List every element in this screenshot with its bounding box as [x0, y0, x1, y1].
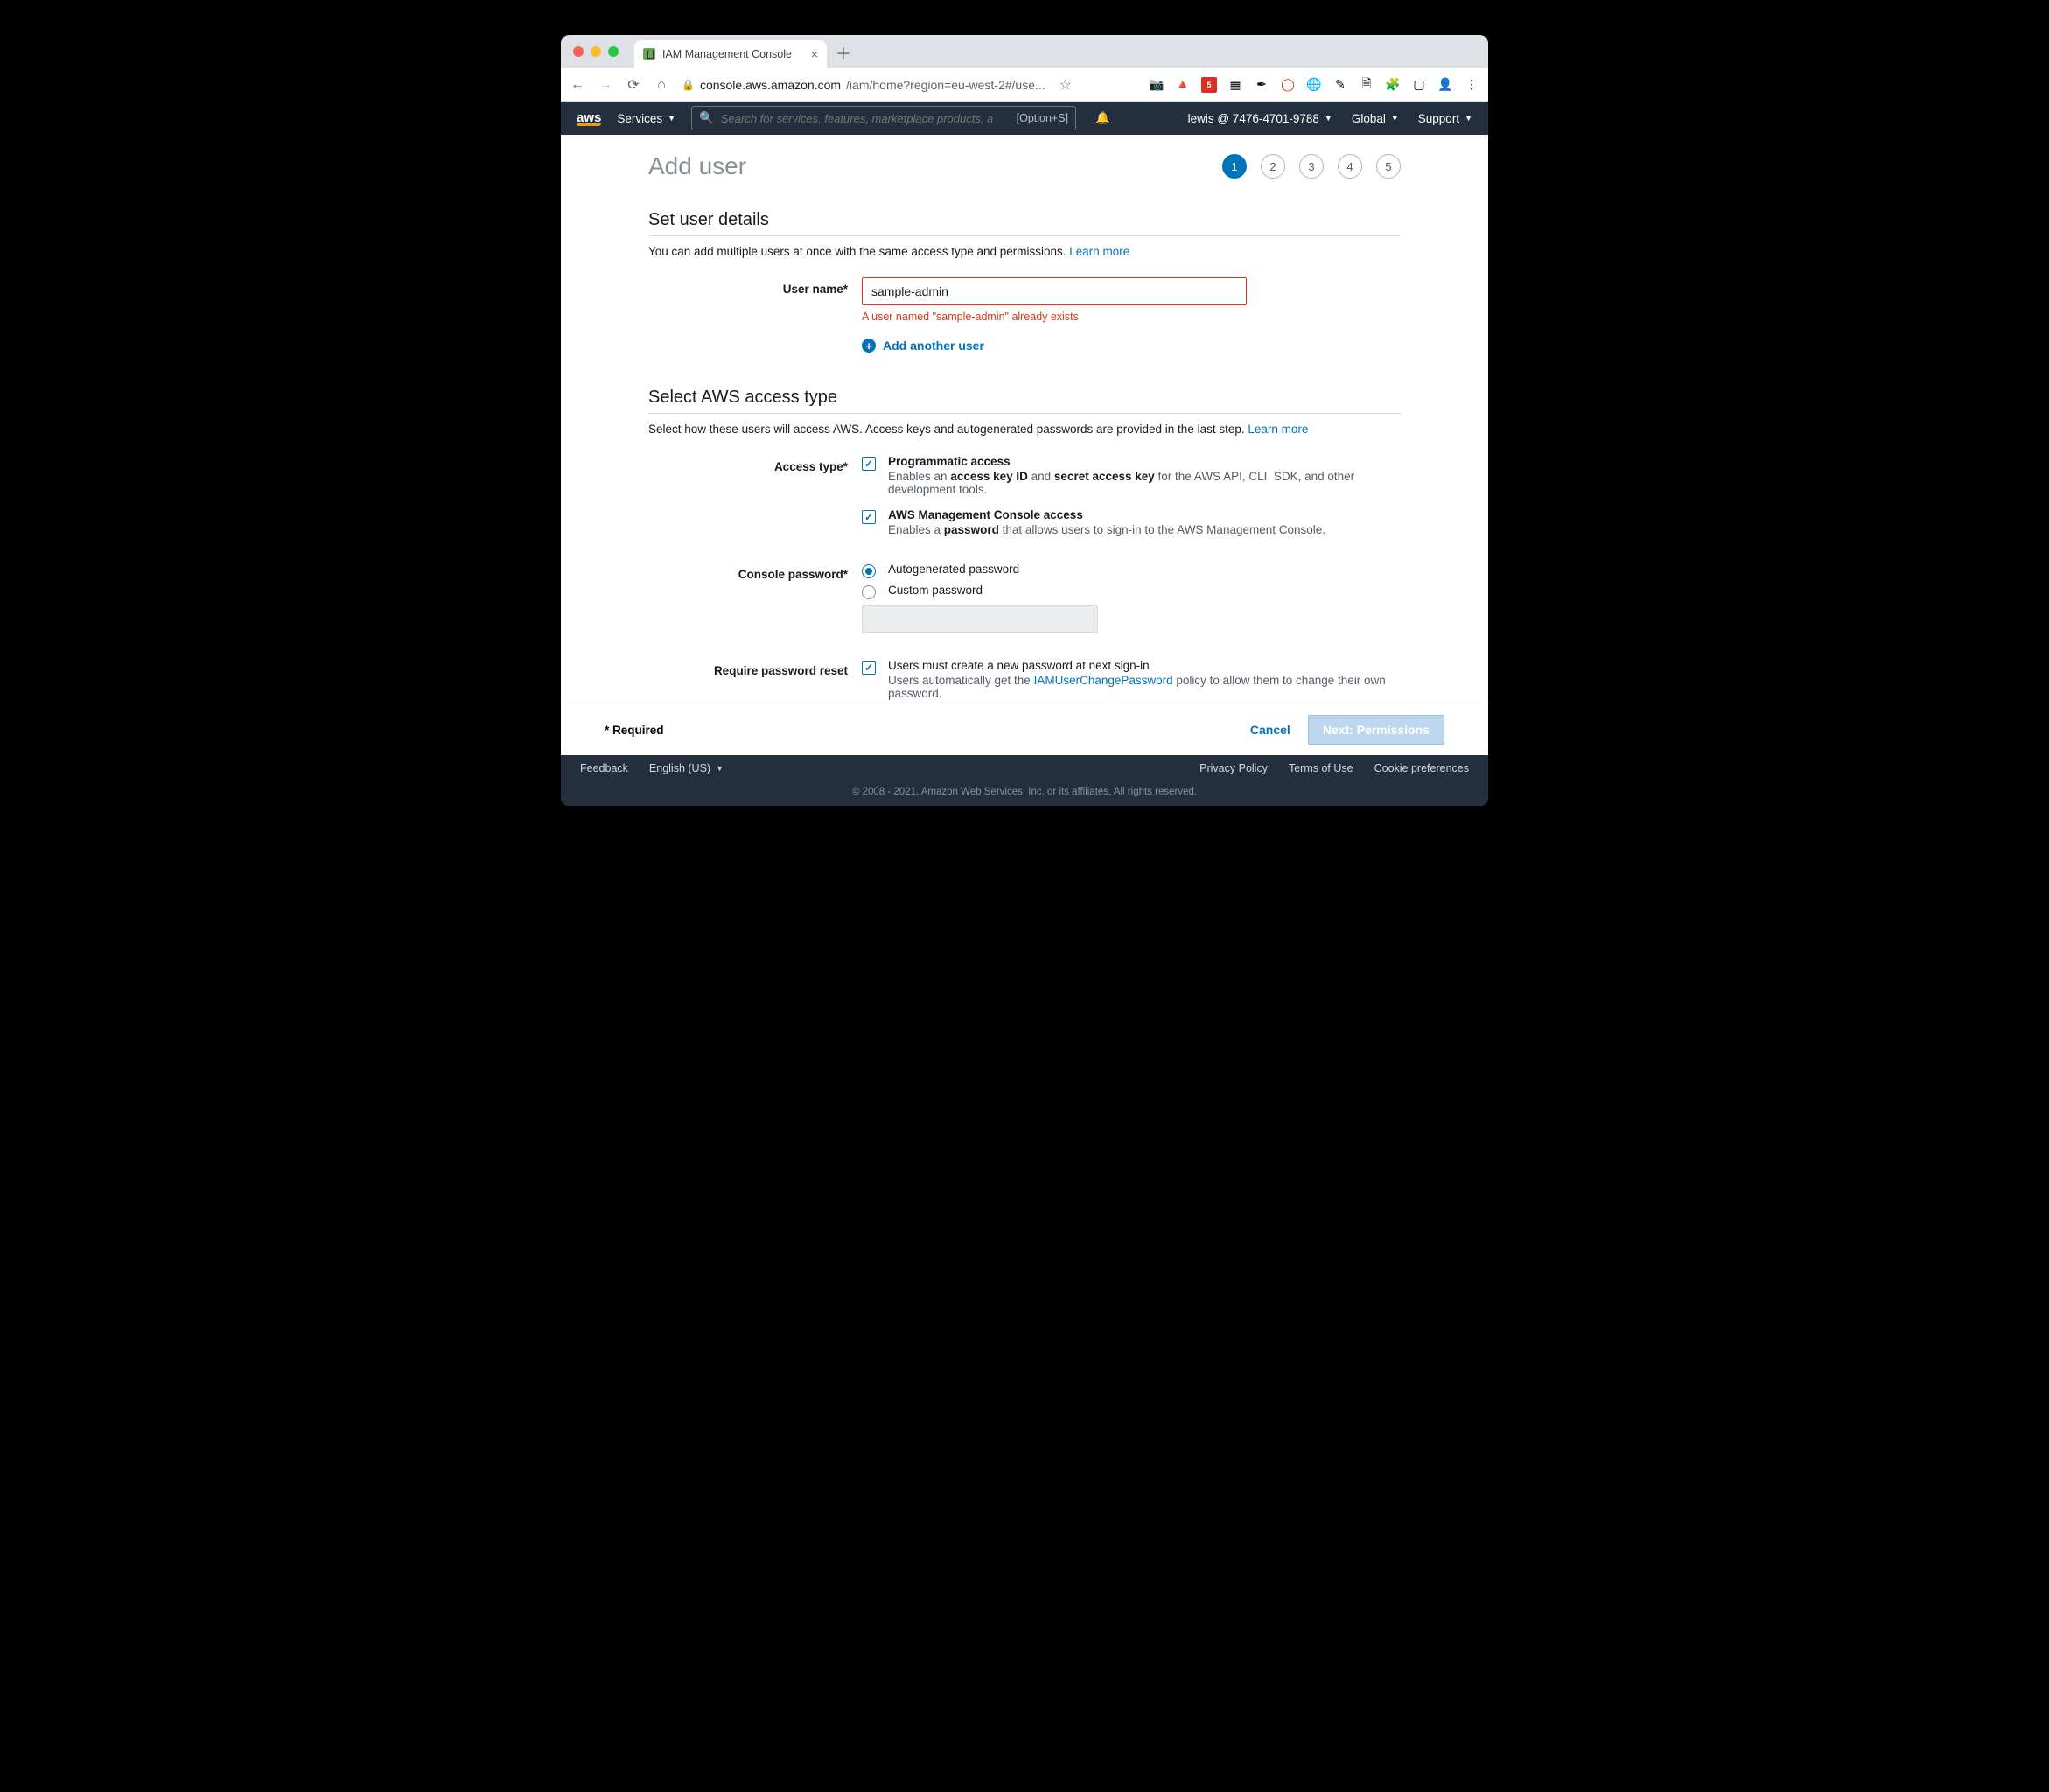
require-password-reset-checkbox[interactable]: ✓ — [862, 661, 876, 675]
forward-icon: → — [598, 77, 613, 93]
aws-logo[interactable]: aws — [577, 110, 601, 126]
browser-tab[interactable]: IAM Management Console × — [634, 40, 827, 68]
browser-window: IAM Management Console × ＋ ← → ⟳ ⌂ 🔒 con… — [561, 35, 1488, 806]
reload-icon[interactable]: ⟳ — [626, 76, 641, 94]
username-label: User name* — [648, 277, 862, 353]
step-1[interactable]: 1 — [1222, 154, 1247, 178]
cast-ext-icon[interactable]: ▢ — [1411, 77, 1427, 93]
privacy-link[interactable]: Privacy Policy — [1199, 762, 1268, 774]
autogenerated-password-radio[interactable] — [862, 564, 876, 578]
learn-more-access-link[interactable]: Learn more — [1248, 423, 1308, 436]
console-access-checkbox[interactable]: ✓ — [862, 510, 876, 524]
programmatic-access-title: Programmatic access — [888, 455, 1401, 468]
section-user-details-heading: Set user details — [648, 210, 1401, 236]
terms-link[interactable]: Terms of Use — [1289, 762, 1353, 774]
plus-icon: + — [862, 339, 876, 353]
next-permissions-button[interactable]: Next: Permissions — [1308, 715, 1444, 745]
programmatic-access-desc: Enables an access key ID and secret acce… — [888, 470, 1401, 496]
services-menu[interactable]: Services▼ — [617, 112, 675, 125]
window-controls — [573, 46, 619, 57]
custom-password-input — [862, 605, 1098, 633]
camera-ext-icon[interactable]: 📷 — [1149, 77, 1164, 93]
step-3: 3 — [1299, 154, 1324, 178]
custom-password-label: Custom password — [888, 584, 983, 599]
menu-icon[interactable]: ⋮ — [1464, 77, 1479, 93]
custom-password-radio[interactable] — [862, 585, 876, 599]
cancel-button[interactable]: Cancel — [1250, 723, 1290, 737]
autogenerated-password-label: Autogenerated password — [888, 563, 1019, 578]
cookie-prefs-link[interactable]: Cookie preferences — [1374, 762, 1469, 774]
iam-policy-link[interactable]: IAMUserChangePassword — [1034, 674, 1173, 687]
badge-ext-icon[interactable]: 5 — [1201, 77, 1217, 93]
picker-ext-icon[interactable]: ✎ — [1332, 77, 1348, 93]
section-access-type-heading: Select AWS access type — [648, 388, 1401, 414]
username-error: A user named "sample-admin" already exis… — [862, 311, 1401, 323]
language-selector[interactable]: English (US)▼ — [649, 762, 724, 774]
reset-line2: Users automatically get the IAMUserChang… — [888, 674, 1401, 700]
minimize-window-icon[interactable] — [591, 46, 601, 57]
username-input[interactable] — [862, 277, 1247, 305]
url-path: /iam/home?region=eu-west-2#/use... — [846, 78, 1045, 92]
account-menu[interactable]: lewis @ 7476-4701-9788▼ — [1188, 112, 1332, 125]
grid-ext-icon[interactable]: ▦ — [1227, 77, 1243, 93]
lock-icon: 🔒 — [682, 79, 695, 91]
main-content: Add user 1 2 3 4 5 Set user details You … — [561, 135, 1488, 700]
fullscreen-window-icon[interactable] — [608, 46, 619, 57]
extensions-row: 📷 🔺 5 ▦ ✒ ◯ 🌐 ✎ 🗎 🧩 ▢ 👤 ⋮ — [1149, 77, 1479, 93]
step-indicator: 1 2 3 4 5 — [1222, 154, 1401, 178]
console-password-label: Console password* — [648, 563, 862, 633]
bookmark-star-icon[interactable]: ☆ — [1058, 76, 1073, 94]
programmatic-access-checkbox[interactable]: ✓ — [862, 457, 876, 471]
puzzle-ext-icon[interactable]: 🧩 — [1385, 77, 1401, 93]
browser-tabbar: IAM Management Console × ＋ — [561, 35, 1488, 68]
reset-line1: Users must create a new password at next… — [888, 659, 1401, 672]
avatar-ext-icon[interactable]: 👤 — [1437, 77, 1453, 93]
page-title: Add user — [648, 152, 746, 180]
step-4: 4 — [1338, 154, 1362, 178]
drive-ext-icon[interactable]: 🔺 — [1175, 77, 1191, 93]
aws-footer: Feedback English (US)▼ Privacy Policy Te… — [561, 755, 1488, 806]
translate-ext-icon[interactable]: 🌐 — [1306, 77, 1322, 93]
doc-ext-icon[interactable]: 🗎 — [1359, 77, 1374, 93]
feedback-link[interactable]: Feedback — [580, 762, 628, 774]
access-type-label: Access type* — [648, 455, 862, 549]
new-tab-button[interactable]: ＋ — [836, 42, 851, 65]
add-another-user-button[interactable]: + Add another user — [862, 339, 1401, 353]
support-menu[interactable]: Support▼ — [1418, 112, 1472, 125]
aws-topnav: aws Services▼ 🔍 [Option+S] 🔔 lewis @ 747… — [561, 102, 1488, 135]
back-icon[interactable]: ← — [570, 77, 585, 93]
aws-search[interactable]: 🔍 [Option+S] — [691, 106, 1076, 130]
brush-ext-icon[interactable]: ✒ — [1254, 77, 1269, 93]
step-2: 2 — [1261, 154, 1285, 178]
aws-search-input[interactable] — [721, 112, 1010, 125]
browser-toolbar: ← → ⟳ ⌂ 🔒 console.aws.amazon.com/iam/hom… — [561, 68, 1488, 102]
add-another-user-label: Add another user — [883, 339, 984, 353]
shield-ext-icon[interactable]: ◯ — [1280, 77, 1296, 93]
close-tab-icon[interactable]: × — [811, 47, 818, 61]
home-icon[interactable]: ⌂ — [654, 77, 669, 93]
learn-more-link[interactable]: Learn more — [1069, 245, 1129, 258]
require-password-reset-label: Require password reset — [648, 659, 862, 700]
access-type-desc: Select how these users will access AWS. … — [648, 423, 1401, 436]
close-window-icon[interactable] — [573, 46, 584, 57]
search-icon: 🔍 — [699, 111, 714, 125]
search-hint: [Option+S] — [1017, 112, 1068, 124]
action-bar: * Required Cancel Next: Permissions — [561, 704, 1488, 755]
user-details-desc: You can add multiple users at once with … — [648, 245, 1401, 258]
favicon-icon — [643, 48, 655, 60]
console-access-desc: Enables a password that allows users to … — [888, 523, 1325, 536]
address-bar[interactable]: 🔒 console.aws.amazon.com/iam/home?region… — [682, 78, 1045, 92]
notifications-icon[interactable]: 🔔 — [1095, 111, 1110, 125]
required-note: * Required — [605, 724, 664, 737]
copyright-text: © 2008 - 2021, Amazon Web Services, Inc.… — [561, 781, 1488, 806]
console-access-title: AWS Management Console access — [888, 508, 1325, 522]
url-host: console.aws.amazon.com — [700, 78, 841, 92]
region-menu[interactable]: Global▼ — [1352, 112, 1399, 125]
tab-title: IAM Management Console — [662, 48, 792, 60]
step-5: 5 — [1376, 154, 1401, 178]
